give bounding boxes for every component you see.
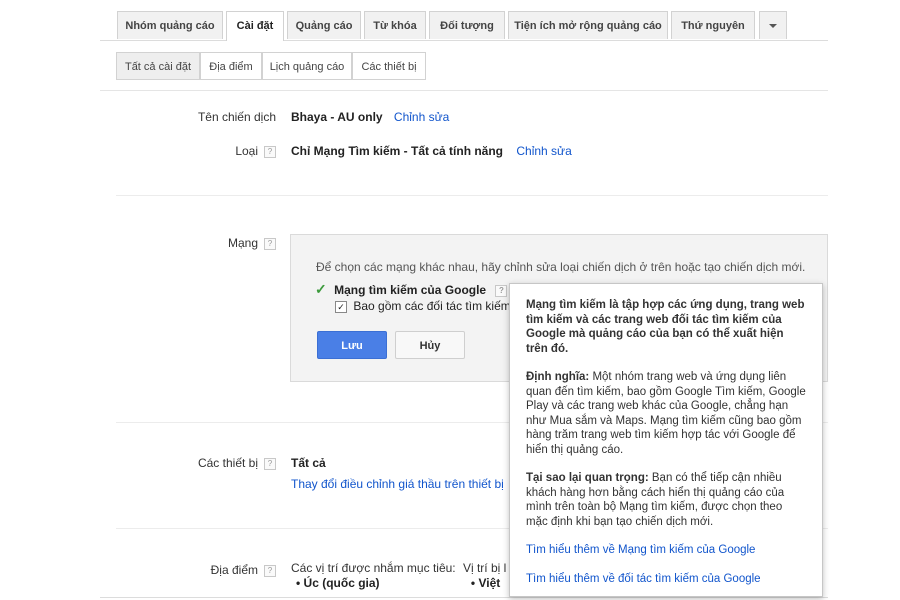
tab-ad-extensions[interactable]: Tiện ích mở rộng quảng cáo bbox=[508, 11, 668, 39]
device-bid-adjustment-link[interactable]: Thay đổi điều chỉnh giá thầu trên thiết … bbox=[291, 477, 504, 491]
devices-value: Tất cả bbox=[291, 456, 326, 470]
campaign-type-label-text: Loại bbox=[235, 144, 258, 158]
include-partners-checkbox[interactable]: ✓ bbox=[335, 300, 347, 313]
save-button[interactable]: Lưu bbox=[317, 331, 387, 359]
campaign-type-label: Loại? bbox=[150, 144, 276, 158]
subtab-ad-schedule[interactable]: Lịch quảng cáo bbox=[262, 52, 352, 80]
edit-campaign-type-link[interactable]: Chỉnh sửa bbox=[516, 144, 571, 158]
tooltip-why-important: Tại sao lại quan trọng: Bạn có thể tiếp … bbox=[526, 472, 785, 528]
tab-keywords[interactable]: Từ khóa bbox=[364, 11, 426, 39]
help-icon[interactable]: ? bbox=[264, 237, 276, 250]
tab-ad-groups[interactable]: Nhóm quảng cáo bbox=[117, 11, 223, 39]
help-icon[interactable]: ? bbox=[264, 457, 276, 470]
location-label-text: Địa điểm bbox=[210, 563, 258, 577]
campaign-tab-bar: Nhóm quảng cáo Cài đặt Quảng cáo Từ khóa… bbox=[100, 0, 828, 41]
help-icon[interactable]: ? bbox=[495, 284, 508, 297]
chevron-down-icon bbox=[769, 24, 777, 29]
tab-dimensions[interactable]: Thứ nguyên bbox=[671, 11, 755, 39]
location-list: • Úc (quốc gia) • Việt bbox=[296, 576, 500, 590]
section-divider bbox=[116, 195, 828, 196]
settings-subtab-bar: Tất cả cài đặt Địa điểm Lịch quảng cáo C… bbox=[100, 40, 828, 91]
help-icon[interactable]: ? bbox=[264, 564, 276, 577]
help-icon[interactable]: ? bbox=[264, 145, 276, 158]
tooltip-intro: Mạng tìm kiếm là tập hợp các ứng dụng, t… bbox=[526, 299, 805, 355]
network-instruction: Để chọn các mạng khác nhau, hãy chỉnh sử… bbox=[316, 260, 806, 274]
bottom-divider bbox=[100, 597, 828, 598]
checkmark-icon: ✓ bbox=[315, 281, 327, 297]
search-network-tooltip: Mạng tìm kiếm là tập hợp các ứng dụng, t… bbox=[509, 283, 823, 597]
targeted-locations-text: Các vị trí được nhắm mục tiêu: bbox=[291, 561, 456, 575]
devices-label-text: Các thiết bị bbox=[197, 456, 258, 470]
location-item: • Úc (quốc gia) bbox=[296, 576, 380, 590]
search-network-option: ✓ Mạng tìm kiếm của Google ? bbox=[315, 281, 508, 298]
edit-campaign-name-link[interactable]: Chỉnh sửa bbox=[394, 110, 449, 124]
network-label-text: Mạng bbox=[227, 236, 258, 250]
campaign-type-value: Chỉ Mạng Tìm kiếm - Tất cả tính năng Chỉ… bbox=[291, 144, 572, 158]
excluded-locations-text: Vị trí bị l bbox=[462, 561, 507, 575]
learn-more-search-partners-link[interactable]: Tìm hiểu thêm về đối tác tìm kiếm của Go… bbox=[526, 572, 806, 587]
include-partners-option: ✓ Bao gồm các đối tác tìm kiếm bbox=[335, 299, 511, 313]
more-tabs-button[interactable] bbox=[759, 11, 787, 39]
subtab-all-settings[interactable]: Tất cả cài đặt bbox=[116, 52, 200, 80]
subtab-locations[interactable]: Địa điểm bbox=[200, 52, 262, 80]
search-network-label: Mạng tìm kiếm của Google bbox=[334, 283, 487, 297]
campaign-name-value: Bhaya - AU only Chỉnh sửa bbox=[291, 110, 449, 124]
location-item: • Việt bbox=[470, 576, 501, 590]
campaign-type-text: Chỉ Mạng Tìm kiếm - Tất cả tính năng bbox=[291, 144, 504, 158]
network-label: Mạng? bbox=[150, 236, 276, 250]
campaign-name-text: Bhaya - AU only bbox=[291, 110, 383, 124]
devices-label: Các thiết bị? bbox=[150, 456, 276, 470]
subtab-devices[interactable]: Các thiết bị bbox=[352, 52, 426, 80]
tab-audiences[interactable]: Đối tượng bbox=[429, 11, 505, 39]
tooltip-definition: Định nghĩa: Một nhóm trang web và ứng dụ… bbox=[526, 371, 806, 456]
location-label: Địa điểm? bbox=[150, 563, 276, 577]
cancel-button[interactable]: Hủy bbox=[395, 331, 465, 359]
tab-ads[interactable]: Quảng cáo bbox=[287, 11, 361, 39]
tab-settings[interactable]: Cài đặt bbox=[226, 11, 284, 41]
targeted-locations-heading: Các vị trí được nhắm mục tiêu: Vị trí bị… bbox=[291, 561, 506, 575]
include-partners-label: Bao gồm các đối tác tìm kiếm bbox=[353, 299, 511, 313]
learn-more-search-network-link[interactable]: Tìm hiểu thêm về Mạng tìm kiếm của Googl… bbox=[526, 543, 806, 558]
campaign-name-label: Tên chiến dịch bbox=[197, 110, 276, 124]
